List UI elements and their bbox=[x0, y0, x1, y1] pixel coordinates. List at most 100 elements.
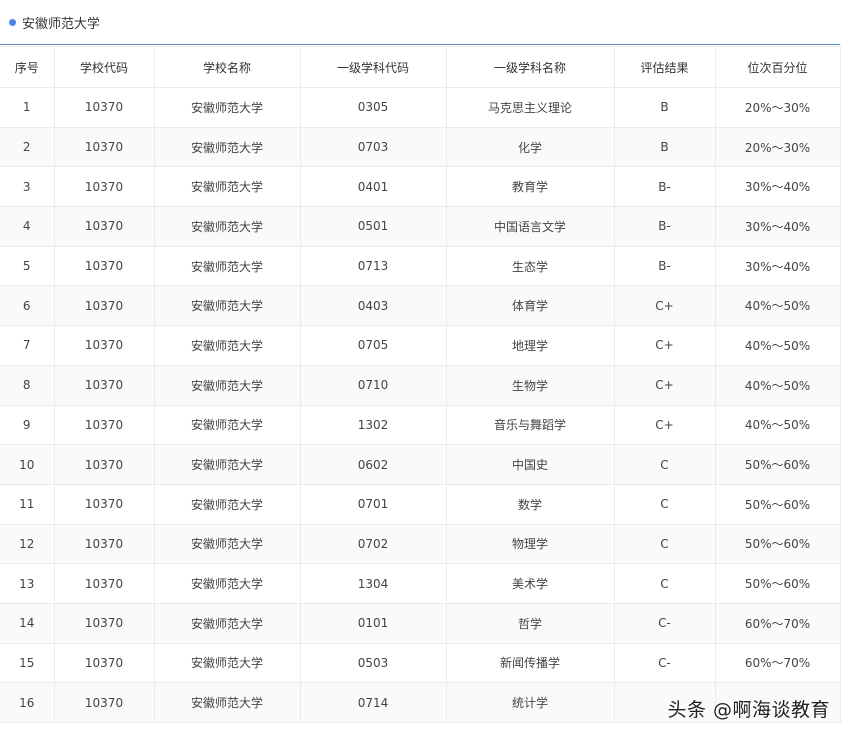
cell-index: 2 bbox=[0, 126, 55, 168]
cell-school-code: 10370 bbox=[53, 87, 155, 128]
cell-percentile: 20%～30% bbox=[714, 126, 841, 168]
cell-index: 9 bbox=[0, 404, 55, 446]
cell-school-code: 10370 bbox=[53, 245, 155, 287]
cell-discipline-name: 统计学 bbox=[445, 682, 615, 723]
cell-index: 16 bbox=[0, 682, 55, 723]
cell-index: 3 bbox=[0, 166, 55, 208]
cell-school-code: 10370 bbox=[53, 682, 155, 723]
cell-result: B bbox=[613, 87, 716, 128]
cell-percentile: 30%～40% bbox=[714, 245, 841, 287]
cell-index: 13 bbox=[0, 563, 55, 604]
bullet-dot-icon bbox=[9, 18, 16, 26]
cell-discipline-code: 0403 bbox=[299, 285, 447, 327]
cell-discipline-code: 0401 bbox=[299, 166, 447, 208]
cell-discipline-code: 0714 bbox=[299, 682, 447, 723]
cell-school-code: 10370 bbox=[53, 325, 155, 366]
col-header-school-name: 学校名称 bbox=[153, 46, 301, 88]
cell-percentile: 40%～50% bbox=[714, 325, 841, 366]
cell-index: 10 bbox=[0, 444, 55, 485]
col-header-result: 评估结果 bbox=[613, 46, 716, 88]
cell-school-name: 安徽师范大学 bbox=[153, 126, 301, 168]
cell-percentile: 60%～70% bbox=[714, 602, 841, 644]
cell-discipline-code: 0710 bbox=[299, 364, 447, 406]
cell-result: C- bbox=[613, 642, 716, 684]
table-row: 4 10370 安徽师范大学 0501 中国语言文学 B- 30%～40% bbox=[0, 206, 841, 247]
cell-school-code: 10370 bbox=[53, 483, 155, 525]
cell-discipline-name: 化学 bbox=[445, 126, 615, 168]
table-row: 9 10370 安徽师范大学 1302 音乐与舞蹈学 C+ 40%～50% bbox=[0, 404, 841, 446]
cell-school-code: 10370 bbox=[53, 563, 155, 604]
cell-school-code: 10370 bbox=[53, 206, 155, 247]
cell-discipline-code: 0501 bbox=[299, 206, 447, 247]
cell-discipline-name: 中国语言文学 bbox=[445, 206, 615, 247]
cell-result: C+ bbox=[613, 285, 716, 327]
col-header-percentile: 位次百分位 bbox=[714, 46, 841, 88]
cell-discipline-code: 0101 bbox=[299, 602, 447, 644]
cell-school-code: 10370 bbox=[53, 444, 155, 485]
cell-index: 8 bbox=[0, 364, 55, 406]
cell-discipline-name: 生物学 bbox=[445, 364, 615, 406]
cell-school-code: 10370 bbox=[53, 602, 155, 644]
cell-school-name: 安徽师范大学 bbox=[153, 642, 301, 684]
cell-school-name: 安徽师范大学 bbox=[153, 602, 301, 644]
cell-discipline-code: 0703 bbox=[299, 126, 447, 168]
table-row: 14 10370 安徽师范大学 0101 哲学 C- 60%～70% bbox=[0, 602, 841, 644]
cell-discipline-code: 1302 bbox=[299, 404, 447, 446]
cell-school-code: 10370 bbox=[53, 523, 155, 565]
col-header-discipline-name: 一级学科名称 bbox=[445, 46, 615, 88]
cell-percentile: 40%～50% bbox=[714, 404, 841, 446]
cell-school-name: 安徽师范大学 bbox=[153, 483, 301, 525]
cell-discipline-code: 0702 bbox=[299, 523, 447, 565]
cell-index: 14 bbox=[0, 602, 55, 644]
cell-percentile: 60%～70% bbox=[714, 642, 841, 684]
cell-discipline-name: 美术学 bbox=[445, 563, 615, 604]
cell-discipline-name: 生态学 bbox=[445, 245, 615, 287]
cell-result: C+ bbox=[613, 404, 716, 446]
cell-discipline-name: 音乐与舞蹈学 bbox=[445, 404, 615, 446]
cell-index: 11 bbox=[0, 483, 55, 525]
table-row: 11 10370 安徽师范大学 0701 数学 C 50%～60% bbox=[0, 483, 841, 525]
cell-school-name: 安徽师范大学 bbox=[153, 444, 301, 485]
cell-school-code: 10370 bbox=[53, 364, 155, 406]
cell-result: C+ bbox=[613, 364, 716, 406]
cell-result: C+ bbox=[613, 325, 716, 366]
cell-school-code: 10370 bbox=[53, 642, 155, 684]
cell-school-name: 安徽师范大学 bbox=[153, 245, 301, 287]
cell-school-name: 安徽师范大学 bbox=[153, 364, 301, 406]
cell-index: 1 bbox=[0, 87, 55, 128]
cell-discipline-code: 1304 bbox=[299, 563, 447, 604]
cell-school-name: 安徽师范大学 bbox=[153, 285, 301, 327]
cell-index: 7 bbox=[0, 325, 55, 366]
cell-discipline-name: 物理学 bbox=[445, 523, 615, 565]
cell-discipline-name: 数学 bbox=[445, 483, 615, 525]
cell-result: C bbox=[613, 483, 716, 525]
cell-school-name: 安徽师范大学 bbox=[153, 523, 301, 565]
cell-school-name: 安徽师范大学 bbox=[153, 563, 301, 604]
cell-percentile: 30%～40% bbox=[714, 206, 841, 247]
cell-percentile: 50%～60% bbox=[714, 523, 841, 565]
cell-percentile: 40%～50% bbox=[714, 285, 841, 327]
cell-school-name: 安徽师范大学 bbox=[153, 325, 301, 366]
cell-school-code: 10370 bbox=[53, 404, 155, 446]
table-row: 13 10370 安徽师范大学 1304 美术学 C 50%～60% bbox=[0, 563, 841, 604]
table-row: 15 10370 安徽师范大学 0503 新闻传播学 C- 60%～70% bbox=[0, 642, 841, 684]
page-title: 安徽师范大学 bbox=[22, 16, 101, 32]
watermark: 头条 @啊海谈教育 bbox=[667, 699, 830, 721]
cell-index: 5 bbox=[0, 245, 55, 287]
table-body: 1 10370 安徽师范大学 0305 马克思主义理论 B 20%～30% 2 10370 安徽师… bbox=[0, 87, 841, 723]
col-header-school-code: 学校代码 bbox=[53, 46, 155, 88]
cell-discipline-name: 体育学 bbox=[445, 285, 615, 327]
cell-percentile: 40%～50% bbox=[714, 364, 841, 406]
cell-percentile: 20%～30% bbox=[714, 87, 841, 128]
cell-result: C bbox=[613, 523, 716, 565]
cell-school-name: 安徽师范大学 bbox=[153, 206, 301, 247]
cell-index: 4 bbox=[0, 206, 55, 247]
cell-percentile: 30%～40% bbox=[714, 166, 841, 208]
col-header-index: 序号 bbox=[0, 46, 55, 88]
cell-result: B bbox=[613, 126, 716, 168]
cell-percentile: 50%～60% bbox=[714, 563, 841, 604]
cell-result: B- bbox=[613, 166, 716, 208]
cell-school-code: 10370 bbox=[53, 166, 155, 208]
cell-discipline-code: 0602 bbox=[299, 444, 447, 485]
table-row: 7 10370 安徽师范大学 0705 地理学 C+ 40%～50% bbox=[0, 325, 841, 366]
